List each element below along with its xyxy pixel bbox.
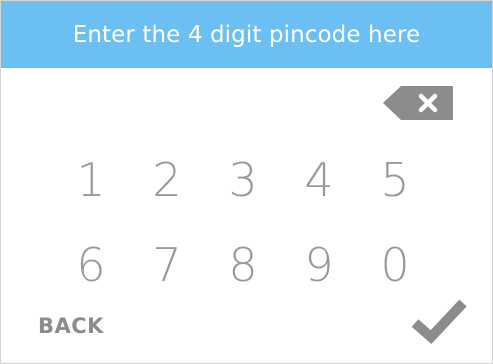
back-button[interactable]: BACK — [38, 314, 104, 338]
confirm-button[interactable] — [411, 297, 467, 345]
backspace-button[interactable] — [383, 86, 453, 120]
key-2[interactable]: 2 — [129, 153, 205, 207]
key-1[interactable]: 1 — [53, 153, 129, 207]
key-9[interactable]: 9 — [281, 238, 357, 292]
key-4[interactable]: 4 — [281, 153, 357, 207]
backspace-icon — [383, 86, 453, 120]
key-3[interactable]: 3 — [205, 153, 281, 207]
keypad-row-2: 6 7 8 9 0 — [53, 238, 433, 292]
dialog-title: Enter the 4 digit pincode here — [72, 21, 421, 48]
key-0[interactable]: 0 — [357, 238, 433, 292]
key-5[interactable]: 5 — [357, 153, 433, 207]
pincode-dialog: Enter the 4 digit pincode here 1 2 3 4 5… — [0, 0, 493, 364]
key-8[interactable]: 8 — [205, 238, 281, 292]
dialog-header: Enter the 4 digit pincode here — [1, 1, 492, 68]
key-7[interactable]: 7 — [129, 238, 205, 292]
checkmark-icon — [411, 299, 467, 344]
keypad-row-1: 1 2 3 4 5 — [53, 153, 433, 207]
key-6[interactable]: 6 — [53, 238, 129, 292]
